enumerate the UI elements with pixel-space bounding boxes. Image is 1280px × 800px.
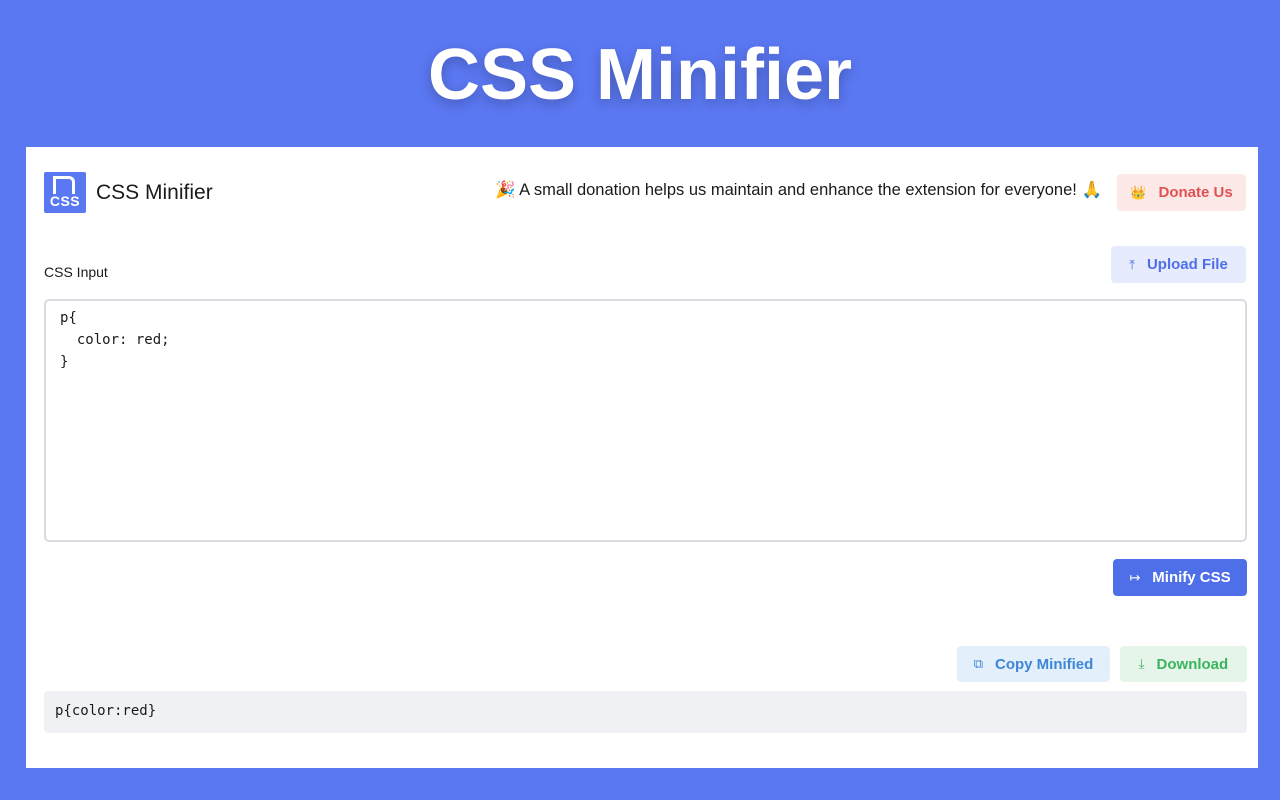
donate-button-label: Donate Us xyxy=(1158,184,1233,201)
copy-icon: ⧉ xyxy=(973,656,983,671)
donation-message: 🎉 A small donation helps us maintain and… xyxy=(494,181,1102,199)
minify-css-label: Minify CSS xyxy=(1152,569,1231,586)
app-name: CSS Minifier xyxy=(96,180,213,204)
minify-css-button[interactable]: ↦ Minify CSS xyxy=(1113,559,1247,596)
main-panel: CSS CSS Minifier 🎉 A small donation help… xyxy=(26,147,1258,768)
arrow-right-icon: ↦ xyxy=(1129,569,1141,585)
upload-icon: ⤒ xyxy=(1129,256,1135,272)
upload-file-label: Upload File xyxy=(1146,256,1228,273)
copy-minified-label: Copy Minified xyxy=(994,655,1094,673)
download-button[interactable]: ⤓ Download xyxy=(1120,646,1247,682)
upload-file-button[interactable]: ⤒ Upload File xyxy=(1111,246,1246,283)
css-input-textarea[interactable] xyxy=(44,299,1247,542)
logo-icon: CSS xyxy=(44,172,86,213)
logo-text: CSS xyxy=(49,193,81,209)
brand: CSS CSS Minifier xyxy=(44,172,213,213)
hero-title: CSS Minifier xyxy=(427,35,853,115)
download-icon: ⤓ xyxy=(1138,656,1145,671)
logo-document-shape xyxy=(53,176,75,194)
crown-icon: 👑 xyxy=(1130,184,1147,200)
minified-output: p{color:red} xyxy=(44,691,1247,733)
download-label: Download xyxy=(1156,655,1229,673)
css-input-label: CSS Input xyxy=(44,264,108,280)
donate-button[interactable]: 👑 Donate Us xyxy=(1117,174,1246,211)
copy-minified-button[interactable]: ⧉ Copy Minified xyxy=(957,646,1110,682)
